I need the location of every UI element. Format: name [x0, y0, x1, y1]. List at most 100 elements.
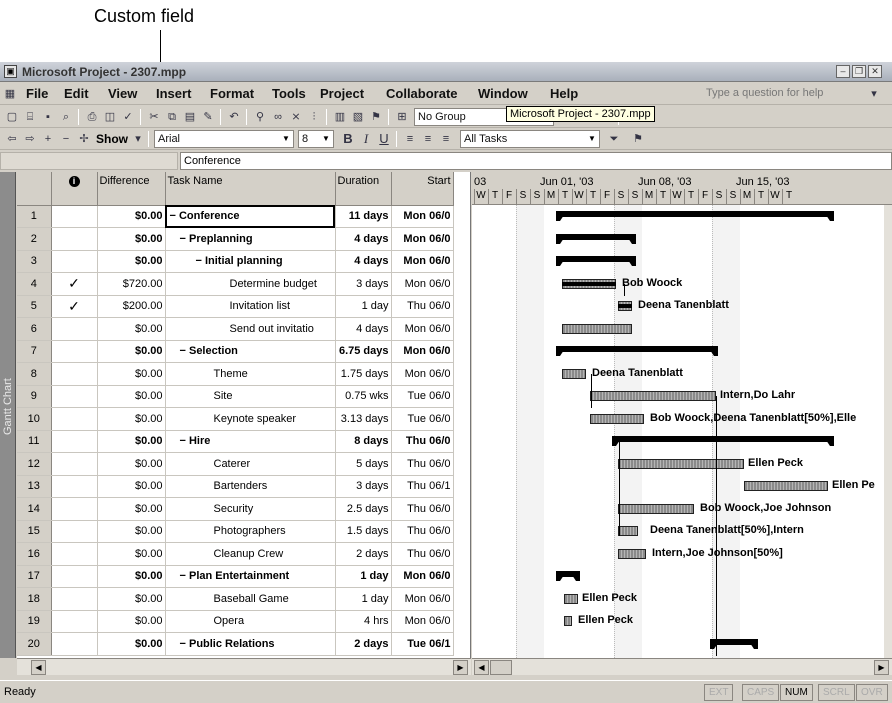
progress-bar[interactable] — [562, 281, 616, 286]
chevron-down-icon[interactable]: ▼ — [320, 132, 332, 146]
task-name-cell[interactable]: Security — [165, 497, 336, 521]
table-row[interactable]: 7 $0.00− Selection 6.75 days Mon 06/0 — [17, 340, 454, 363]
table-row[interactable]: 17 $0.00− Plan Entertainment 1 day Mon 06/0 — [17, 565, 454, 588]
link-tasks-icon[interactable]: ∞ — [270, 109, 286, 125]
difference-cell[interactable]: $0.00 — [97, 587, 166, 611]
publish-icon[interactable]: ⊞ — [394, 109, 410, 125]
chevron-down-icon[interactable]: ▾ — [130, 131, 146, 147]
menu-project[interactable]: Project — [320, 86, 364, 101]
task-info-icon[interactable]: ▥ — [332, 109, 348, 125]
col-header-id[interactable] — [17, 172, 52, 206]
start-cell[interactable]: Mon 06/0 — [391, 340, 454, 363]
print-icon[interactable]: ⎙ — [84, 109, 100, 125]
col-header-start[interactable]: Start — [391, 172, 454, 206]
font-select[interactable]: Arial ▼ — [154, 130, 294, 148]
task-name-cell[interactable]: − Public Relations — [165, 632, 336, 656]
indicator-cell[interactable] — [51, 250, 98, 273]
start-cell[interactable]: Mon 06/0 — [391, 362, 454, 386]
indicator-cell[interactable] — [51, 340, 98, 363]
italic-button[interactable]: I — [358, 131, 374, 147]
task-bar[interactable] — [618, 503, 694, 514]
start-cell[interactable]: Mon 06/0 — [391, 587, 454, 611]
table-row[interactable]: 3 $0.00− Initial planning 4 days Mon 06/0 — [17, 250, 454, 273]
difference-cell[interactable]: $0.00 — [97, 407, 166, 431]
task-name-cell[interactable]: Theme — [165, 362, 336, 386]
task-bar[interactable] — [590, 391, 716, 401]
table-row[interactable]: 1 $0.00− Conference 11 days Mon 06/0 — [17, 205, 454, 228]
table-row[interactable]: 14 $0.00 Security 2.5 days Thu 06/0 — [17, 497, 454, 521]
row-id[interactable]: 5 — [17, 295, 52, 318]
duration-cell[interactable]: 4 days — [335, 317, 392, 341]
underline-button[interactable]: U — [376, 131, 392, 147]
menu-format[interactable]: Format — [210, 86, 254, 101]
task-bar[interactable] — [618, 458, 744, 469]
task-name-cell[interactable]: Opera — [165, 610, 336, 633]
summary-bar[interactable] — [556, 571, 580, 581]
duration-cell[interactable]: 2 days — [335, 632, 392, 656]
row-id[interactable]: 15 — [17, 520, 52, 543]
indicator-cell[interactable] — [51, 317, 98, 341]
minus-icon[interactable]: − — [58, 131, 74, 147]
restore-icon[interactable]: ❐ — [852, 65, 866, 78]
summary-bar[interactable] — [556, 346, 718, 356]
minimize-icon[interactable]: – — [836, 65, 850, 78]
undo-icon[interactable]: ↶ — [226, 109, 242, 125]
start-cell[interactable]: Thu 06/0 — [391, 295, 454, 318]
notes-icon[interactable]: ▧ — [350, 109, 366, 125]
row-id[interactable]: 13 — [17, 475, 52, 498]
task-name-cell[interactable]: − Hire — [165, 430, 336, 453]
menu-collaborate[interactable]: Collaborate — [386, 86, 458, 101]
indicator-cell[interactable] — [51, 610, 98, 633]
difference-cell[interactable]: $0.00 — [97, 340, 166, 363]
task-bar[interactable] — [618, 526, 638, 536]
open-icon[interactable]: ⌸ — [22, 109, 38, 125]
col-header-difference[interactable]: Difference — [97, 172, 166, 206]
task-bar[interactable] — [564, 616, 572, 626]
duration-cell[interactable]: 3 days — [335, 475, 392, 498]
indicator-cell[interactable] — [51, 497, 98, 521]
menu-tools[interactable]: Tools — [272, 86, 306, 101]
filter-select[interactable]: All Tasks ▼ — [460, 130, 600, 148]
task-name-cell[interactable]: Baseball Game — [165, 587, 336, 611]
app-icon[interactable]: ▣ — [4, 65, 17, 78]
duration-cell[interactable]: 4 days — [335, 250, 392, 273]
task-name-cell[interactable]: Invitation list — [165, 295, 336, 318]
task-name-cell[interactable]: Determine budget — [165, 272, 336, 296]
row-id[interactable]: 9 — [17, 385, 52, 408]
table-row[interactable]: 10 $0.00 Keynote speaker 3.13 days Tue 06/0 — [17, 407, 454, 431]
show-subtasks-icon[interactable]: ✢ — [76, 131, 92, 147]
arrow-left-icon[interactable]: ⇦ — [4, 131, 20, 147]
scroll-right-icon[interactable]: ▶ — [874, 660, 889, 675]
task-name-cell[interactable]: Send out invitatio — [165, 317, 336, 341]
scroll-thumb[interactable] — [490, 660, 512, 675]
progress-bar[interactable] — [618, 304, 632, 308]
row-id[interactable]: 18 — [17, 587, 52, 611]
duration-cell[interactable]: 1 day — [335, 295, 392, 318]
duration-cell[interactable]: 0.75 wks — [335, 385, 392, 408]
task-bar[interactable] — [744, 481, 828, 491]
table-row[interactable]: 8 $0.00 Theme 1.75 days Mon 06/0 — [17, 362, 454, 386]
start-cell[interactable]: Tue 06/0 — [391, 407, 454, 431]
align-center-icon[interactable]: ≡ — [420, 131, 436, 147]
indicator-cell[interactable] — [51, 227, 98, 251]
start-cell[interactable]: Tue 06/0 — [391, 385, 454, 408]
scroll-right-icon[interactable]: ▶ — [453, 660, 468, 675]
duration-cell[interactable]: 1 day — [335, 565, 392, 588]
table-horizontal-scrollbar[interactable]: ◀ ▶ — [17, 658, 471, 675]
difference-cell[interactable]: $0.00 — [97, 250, 166, 273]
row-id[interactable]: 16 — [17, 542, 52, 566]
plus-icon[interactable]: + — [40, 131, 56, 147]
duration-cell[interactable]: 1.5 days — [335, 520, 392, 543]
row-id[interactable]: 14 — [17, 497, 52, 521]
new-icon[interactable]: ▢ — [4, 109, 20, 125]
align-left-icon[interactable]: ≡ — [402, 131, 418, 147]
indicator-cell[interactable] — [51, 520, 98, 543]
table-row[interactable]: 20 $0.00− Public Relations 2 days Tue 06/1 — [17, 632, 454, 656]
row-id[interactable]: 1 — [17, 205, 52, 228]
indicator-cell[interactable] — [51, 565, 98, 588]
duration-cell[interactable]: 1 day — [335, 587, 392, 611]
start-cell[interactable]: Thu 06/0 — [391, 520, 454, 543]
duration-cell[interactable]: 11 days — [335, 205, 392, 228]
duration-cell[interactable]: 6.75 days — [335, 340, 392, 363]
menu-insert[interactable]: Insert — [156, 86, 191, 101]
